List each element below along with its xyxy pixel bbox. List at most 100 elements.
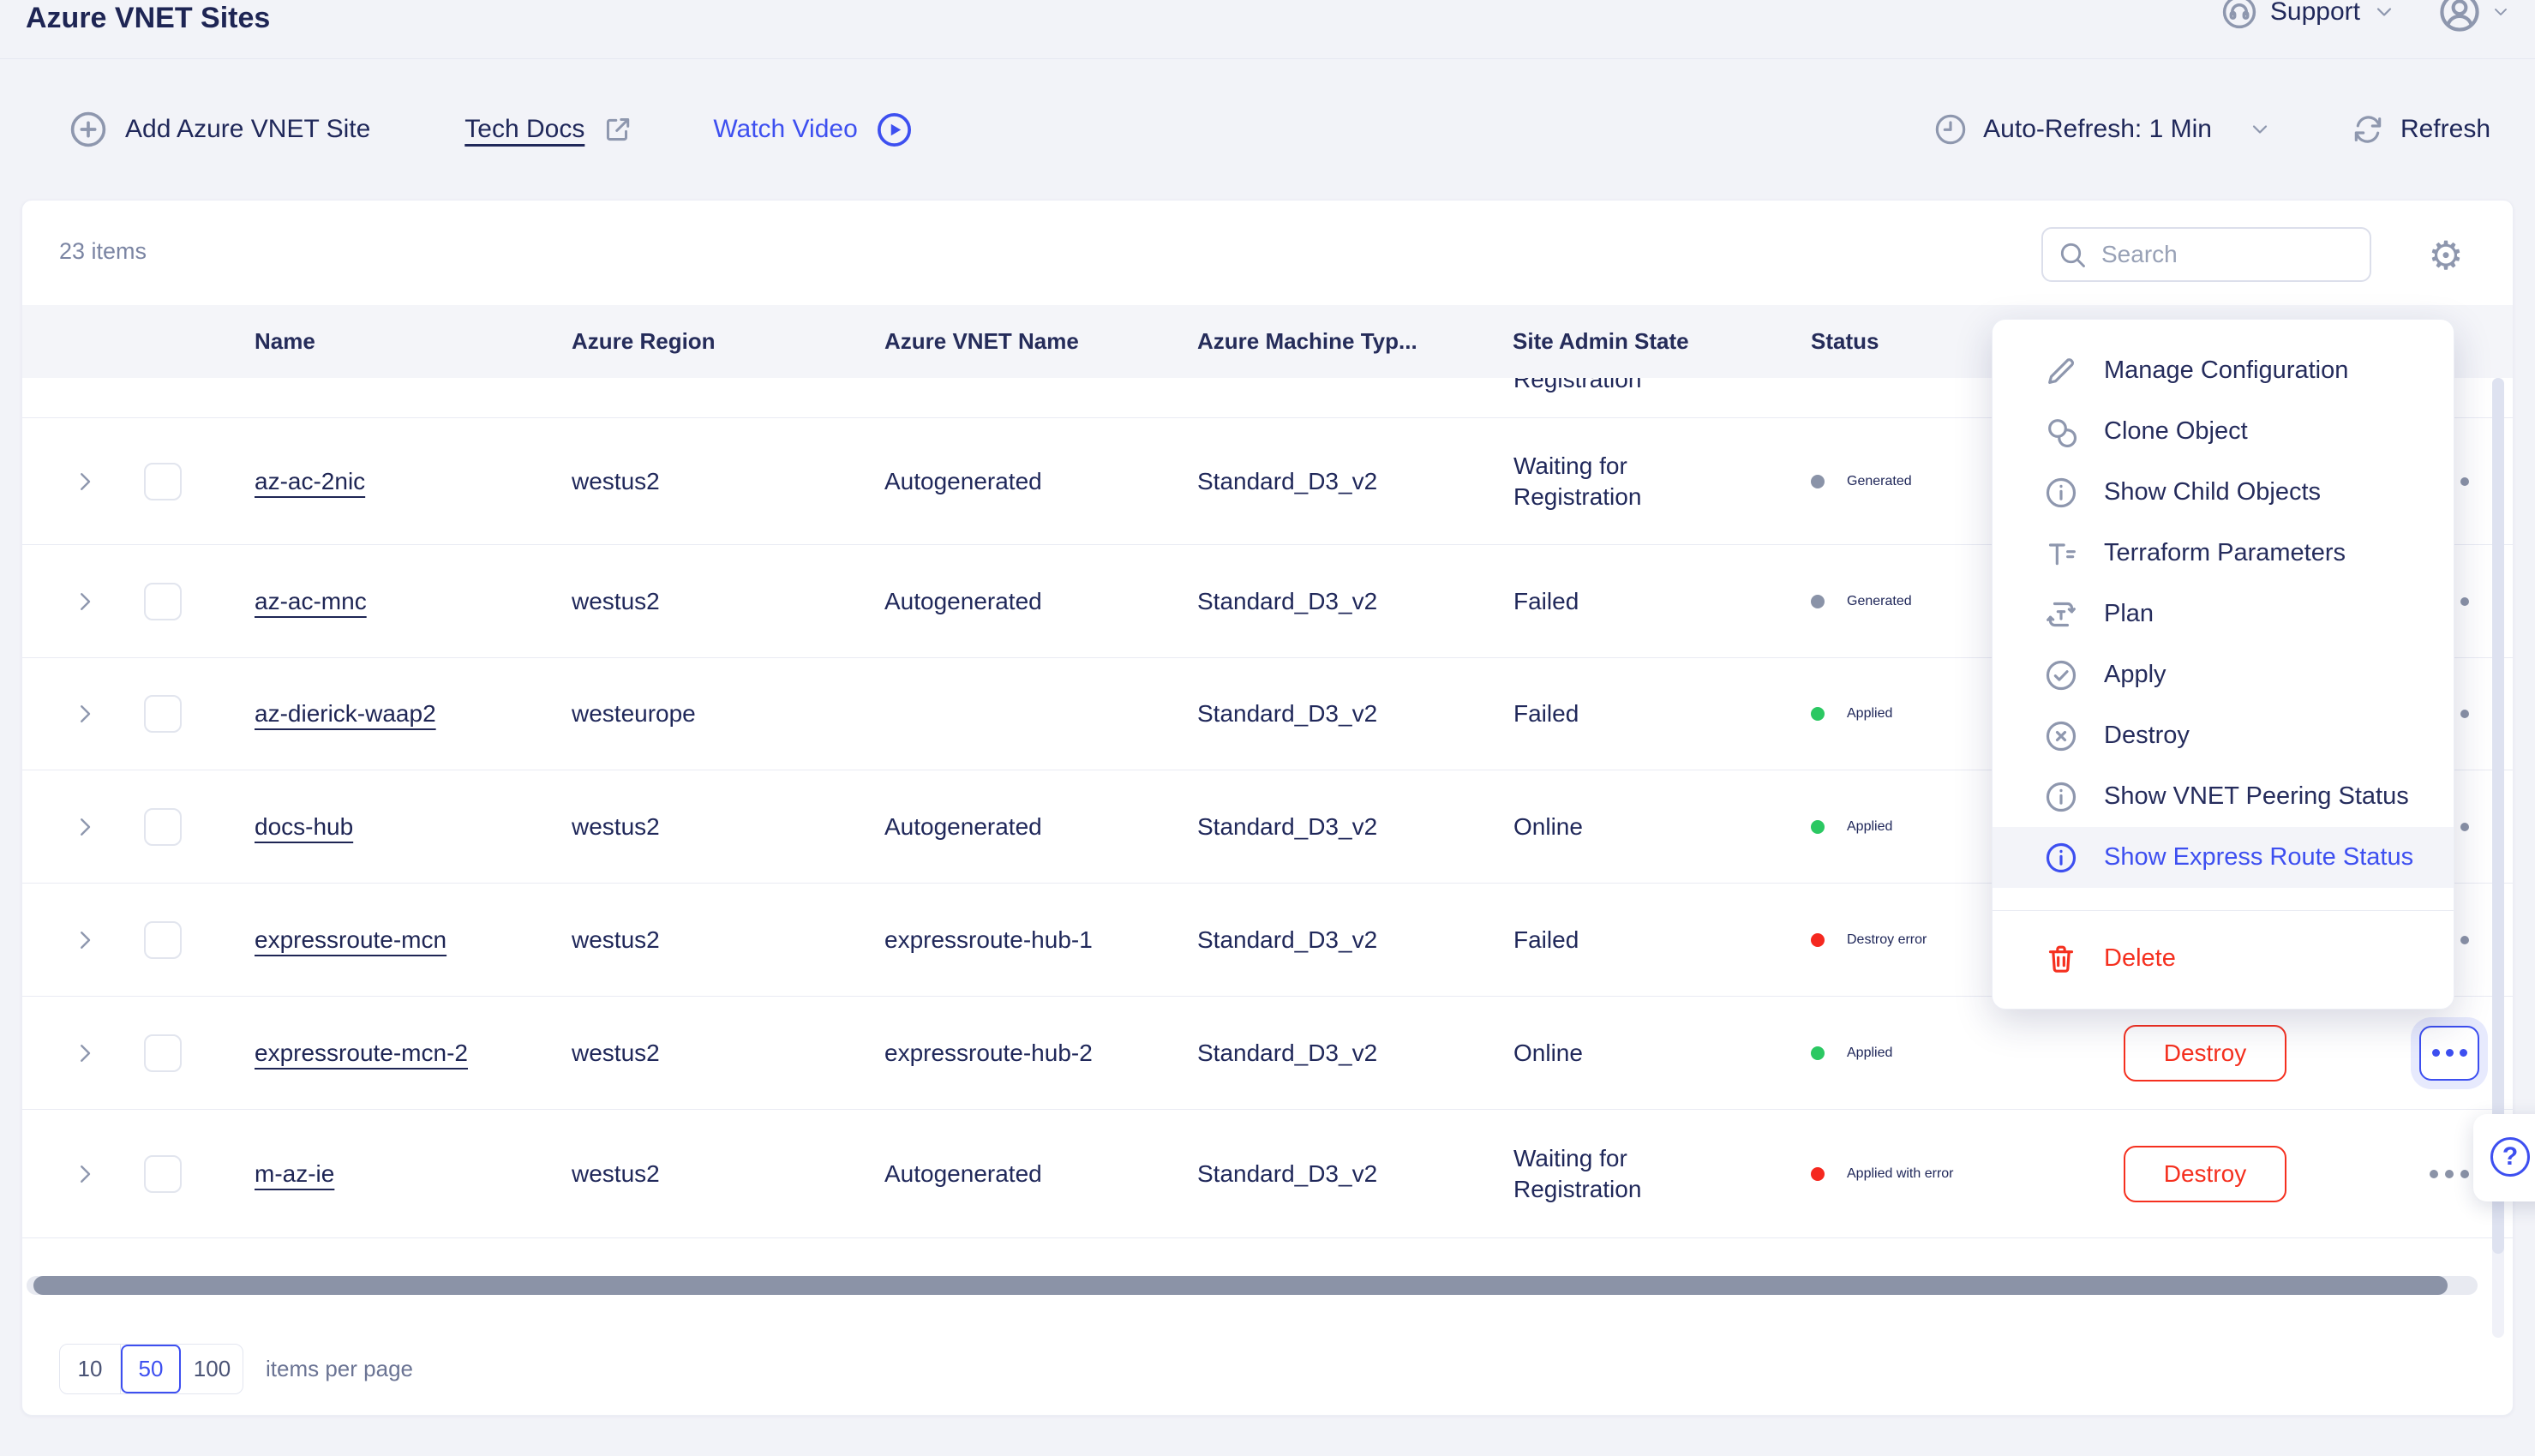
expand-row-button[interactable]	[22, 1040, 121, 1066]
cell-admin-state: Failed	[1473, 925, 1766, 956]
menu-item-clone-object[interactable]: Clone Object	[1993, 401, 2454, 462]
destroy-button[interactable]: Destroy	[2124, 1025, 2286, 1082]
refresh-label: Refresh	[2400, 115, 2490, 144]
menu-item-show-express-route-status[interactable]: Show Express Route Status	[1993, 827, 2454, 888]
cell-admin-state: Online	[1473, 812, 1766, 842]
row-checkbox[interactable]	[144, 808, 182, 846]
status-dot	[1811, 475, 1825, 488]
expand-row-button[interactable]	[22, 469, 121, 494]
site-name-link[interactable]: az-ac-2nic	[255, 468, 365, 494]
cell-machine: Standard_D3_v2	[1158, 1159, 1473, 1189]
status-dot	[1811, 707, 1825, 721]
items-per-page-label: items per page	[266, 1356, 413, 1382]
menu-item-manage-configuration[interactable]: Manage Configuration	[1993, 340, 2454, 401]
play-circle-icon	[875, 111, 914, 149]
expand-row-button[interactable]	[22, 589, 121, 614]
site-name-link[interactable]: docs-hub	[255, 813, 353, 840]
user-menu[interactable]	[2437, 0, 2511, 34]
items-per-page-50-selected[interactable]: 50	[121, 1345, 182, 1393]
menu-item-apply[interactable]: Apply	[1993, 644, 2454, 705]
expand-row-button[interactable]	[22, 1161, 121, 1187]
add-label: Add Azure VNET Site	[125, 115, 370, 144]
cell-machine: Standard_D3_v2	[1158, 698, 1473, 729]
cell-vnet: Autogenerated	[845, 586, 1158, 617]
site-name-link[interactable]: expressroute-mcn	[255, 926, 446, 953]
status-dot	[1811, 595, 1825, 608]
menu-item-plan[interactable]: Plan	[1993, 584, 2454, 644]
refresh-button[interactable]: Refresh	[2351, 112, 2490, 147]
menu-item-destroy[interactable]: Destroy	[1993, 705, 2454, 766]
menu-item-delete[interactable]: Delete	[1993, 928, 2454, 989]
watch-video-label: Watch Video	[713, 115, 857, 144]
gear-icon[interactable]: ⚙	[2425, 235, 2466, 276]
row-checkbox[interactable]	[144, 1155, 182, 1193]
row-checkbox[interactable]	[144, 1034, 182, 1072]
row-checkbox[interactable]	[144, 695, 182, 733]
support-menu[interactable]: Support	[2220, 0, 2396, 31]
menu-divider	[1993, 910, 2454, 911]
horizontal-scrollbar[interactable]	[27, 1276, 2478, 1295]
cell-vnet: Autogenerated	[845, 812, 1158, 842]
info-circle-icon	[2044, 841, 2078, 875]
search-box	[2041, 227, 2371, 282]
cell-region: westus2	[532, 586, 845, 617]
more-actions-button-active[interactable]	[2419, 1026, 2479, 1081]
site-name-link[interactable]: m-az-ie	[255, 1160, 334, 1187]
status-text: Generated	[1847, 474, 1912, 489]
row-checkbox[interactable]	[144, 583, 182, 620]
row-checkbox[interactable]	[144, 463, 182, 500]
help-button[interactable]: ?	[2473, 1114, 2535, 1201]
site-name-link[interactable]: az-dierick-waap2	[255, 700, 436, 727]
cell-region: westus2	[532, 1159, 845, 1189]
status-dot	[1811, 933, 1825, 947]
menu-item-show-child-objects[interactable]: Show Child Objects	[1993, 462, 2454, 523]
auto-refresh-dropdown[interactable]: Auto-Refresh: 1 Min	[1933, 112, 2272, 147]
cell-admin-state: Failed	[1473, 586, 1766, 617]
question-circle-icon: ?	[2490, 1137, 2530, 1177]
more-actions-button[interactable]	[2419, 1147, 2479, 1201]
horizontal-scrollbar-thumb[interactable]	[33, 1276, 2448, 1295]
cell-machine: Standard_D3_v2	[1158, 1038, 1473, 1069]
add-azure-vnet-site-button[interactable]: Add Azure VNET Site	[69, 110, 370, 149]
status-text: Destroy error	[1847, 932, 1927, 948]
row-actions-context-menu: Manage Configuration Clone Object Show C…	[1992, 319, 2454, 1010]
items-per-page-10[interactable]: 10	[60, 1345, 121, 1393]
chevron-down-icon	[2248, 117, 2272, 141]
tech-docs-label: Tech Docs	[464, 115, 584, 144]
top-bar: Azure VNET Sites Support	[0, 0, 2535, 59]
cell-machine: Standard_D3_v2	[1158, 586, 1473, 617]
check-circle-icon	[2044, 658, 2078, 692]
tech-docs-link[interactable]: Tech Docs	[464, 113, 634, 146]
items-per-page-group: 10 50 100	[59, 1344, 243, 1394]
chevron-down-icon	[2490, 2, 2511, 22]
cell-region: westus2	[532, 812, 845, 842]
azure-vnet-sites-page: Azure VNET Sites Support	[0, 0, 2535, 1456]
destroy-button[interactable]: Destroy	[2124, 1146, 2286, 1202]
cell-region: westus2	[532, 925, 845, 956]
expand-row-button[interactable]	[22, 814, 121, 840]
items-per-page-100[interactable]: 100	[182, 1345, 243, 1393]
support-icon	[2220, 0, 2258, 31]
menu-item-show-vnet-peering-status[interactable]: Show VNET Peering Status	[1993, 766, 2454, 827]
partial-admin-text: Registration	[1513, 378, 1641, 395]
cell-vnet: expressroute-hub-1	[845, 925, 1158, 956]
search-input[interactable]	[2100, 240, 2356, 269]
expand-row-button[interactable]	[22, 927, 121, 953]
search-icon	[2057, 239, 2088, 270]
status-dot	[1811, 1167, 1825, 1181]
status-text: Applied	[1847, 706, 1892, 722]
terraform-parameters-icon	[2044, 536, 2078, 571]
site-name-link[interactable]: expressroute-mcn-2	[255, 1040, 468, 1066]
site-name-link[interactable]: az-ac-mnc	[255, 588, 367, 614]
topnav-right: Support	[2220, 0, 2511, 34]
watch-video-link[interactable]: Watch Video	[713, 111, 913, 149]
cell-machine: Standard_D3_v2	[1158, 466, 1473, 497]
cell-region: westus2	[532, 1038, 845, 1069]
row-checkbox[interactable]	[144, 921, 182, 959]
clone-icon	[2044, 415, 2078, 449]
cell-vnet: Autogenerated	[845, 466, 1158, 497]
cell-vnet: Autogenerated	[845, 1159, 1158, 1189]
menu-item-terraform-parameters[interactable]: Terraform Parameters	[1993, 523, 2454, 584]
expand-row-button[interactable]	[22, 701, 121, 727]
column-header-admin: Site Admin State	[1473, 328, 1766, 355]
